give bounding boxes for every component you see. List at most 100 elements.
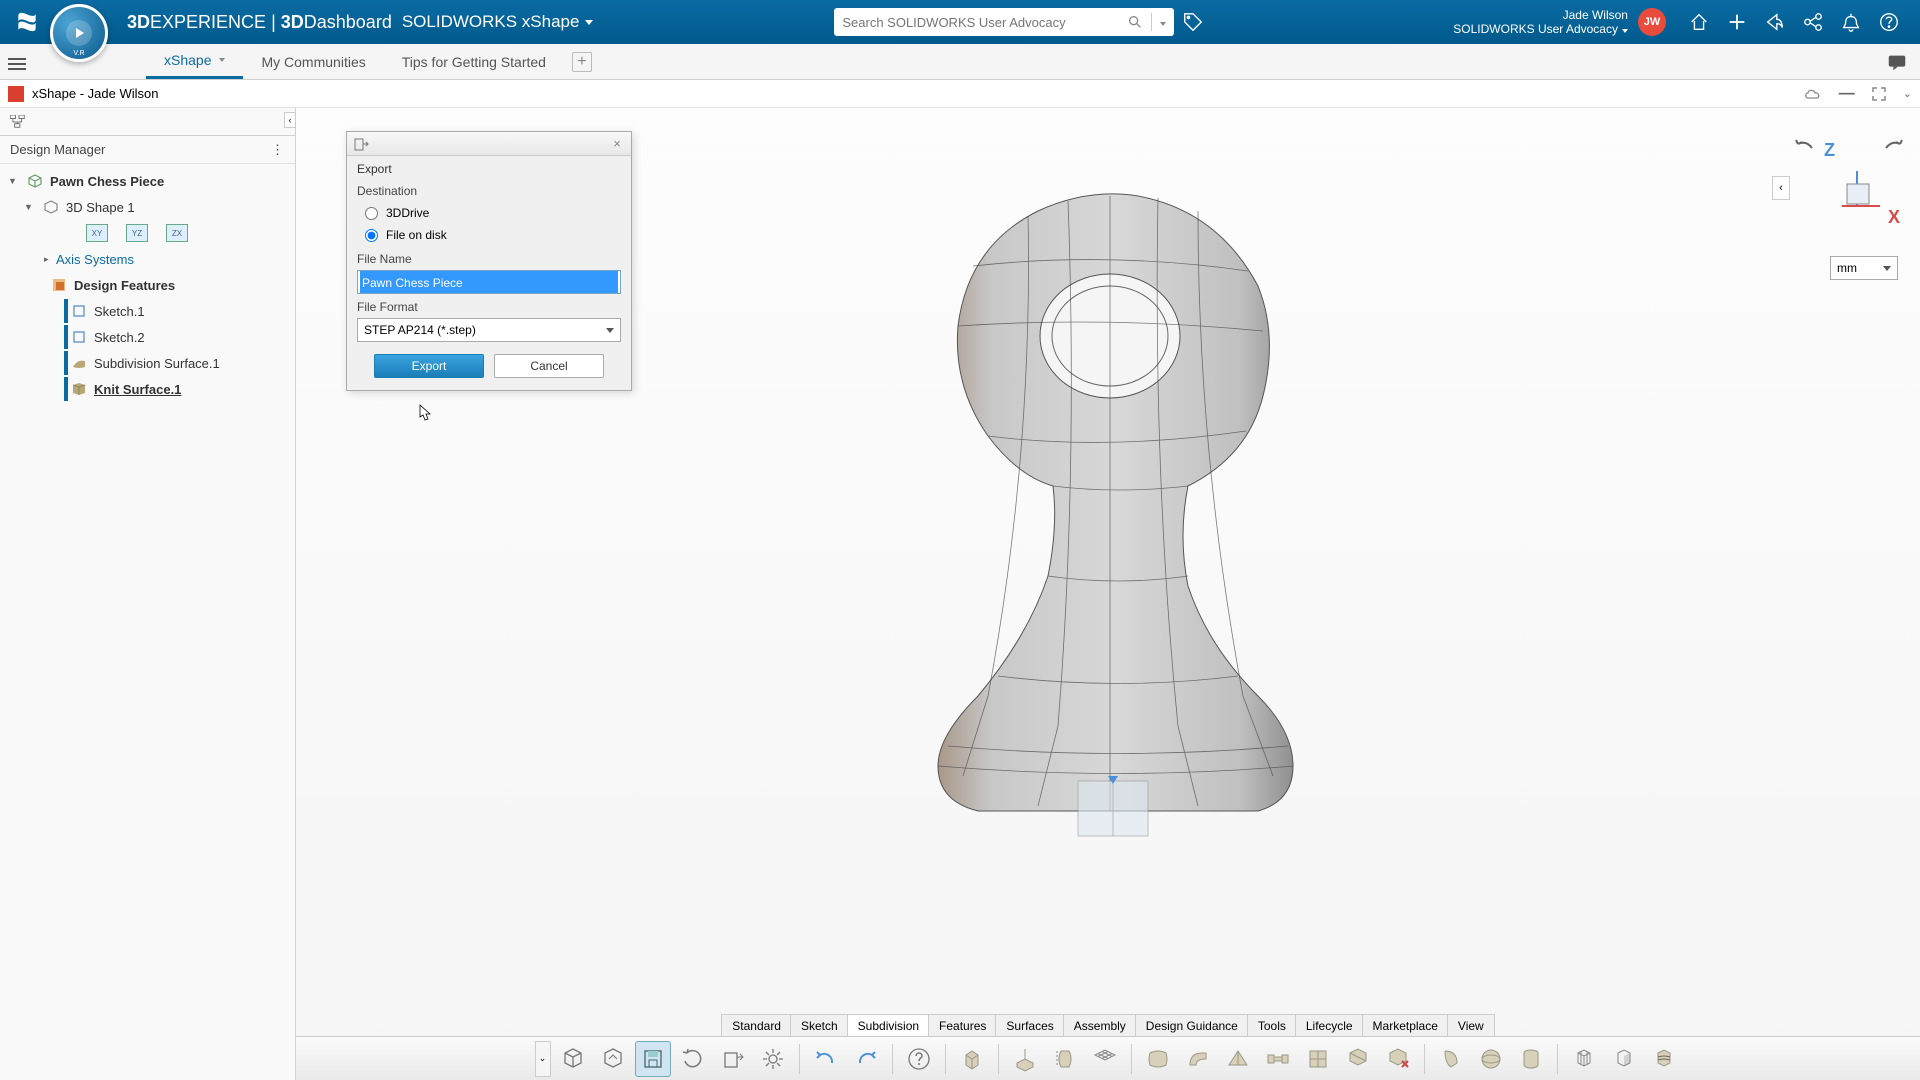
plane-yz[interactable]: YZ (126, 224, 148, 242)
tool-open[interactable] (595, 1041, 631, 1077)
tool-merge[interactable] (1340, 1041, 1376, 1077)
tree-design-features[interactable]: Design Features (0, 272, 295, 298)
tab-xshape[interactable]: xShape (146, 44, 243, 79)
tool-crease[interactable] (1220, 1041, 1256, 1077)
tool-face[interactable] (1140, 1041, 1176, 1077)
tree-feature-knit[interactable]: Knit Surface.1 (0, 376, 295, 402)
tool-tab-guidance[interactable]: Design Guidance (1135, 1014, 1249, 1036)
format-dropdown[interactable]: STEP AP214 (*.step) (357, 318, 621, 342)
radio-file-on-disk[interactable]: File on disk (357, 224, 621, 246)
tool-knife[interactable] (1433, 1041, 1469, 1077)
tool-grid[interactable] (1087, 1041, 1123, 1077)
tool-tab-marketplace[interactable]: Marketplace (1362, 1014, 1449, 1036)
tool-subdivide[interactable] (1300, 1041, 1336, 1077)
tree-shape[interactable]: ▼ 3D Shape 1 (0, 194, 295, 220)
compass-button[interactable]: V.R (50, 4, 108, 62)
tool-new[interactable] (555, 1041, 591, 1077)
search-box[interactable] (834, 8, 1174, 36)
radio-input[interactable] (365, 207, 378, 220)
cancel-button[interactable]: Cancel (494, 354, 604, 378)
tool-isoline[interactable] (1646, 1041, 1682, 1077)
plane-zx[interactable]: ZX (166, 224, 188, 242)
dialog-titlebar[interactable]: × (347, 132, 631, 156)
tree-feature-subdiv[interactable]: Subdivision Surface.1 (0, 350, 295, 376)
home-icon[interactable] (1688, 11, 1710, 33)
tool-reload[interactable] (675, 1041, 711, 1077)
minimize-button[interactable]: — (1839, 85, 1855, 103)
collaborate-icon[interactable] (1802, 11, 1824, 33)
radio-3ddrive[interactable]: 3DDrive (357, 202, 621, 224)
tool-bridge[interactable] (1260, 1041, 1296, 1077)
rotate-left-icon[interactable] (1792, 136, 1816, 156)
tool-delete[interactable] (1380, 1041, 1416, 1077)
toggle-icon[interactable]: ▼ (24, 202, 36, 212)
rotate-right-icon[interactable] (1882, 136, 1906, 156)
ds-logo[interactable] (12, 7, 42, 37)
filename-input[interactable]: Pawn Chess Piece (357, 270, 621, 294)
tool-export[interactable] (715, 1041, 751, 1077)
tool-box-primitive[interactable] (954, 1041, 990, 1077)
toggle-icon[interactable]: ▼ (8, 176, 20, 186)
close-button[interactable]: × (609, 136, 625, 152)
tree-shape-label: 3D Shape 1 (66, 200, 135, 215)
app-selector[interactable]: SOLIDWORKS xShape (402, 12, 594, 32)
avatar[interactable]: JW (1638, 8, 1666, 36)
units-dropdown[interactable]: mm (1830, 256, 1898, 280)
tool-tab-surfaces[interactable]: Surfaces (995, 1014, 1064, 1036)
search-input[interactable] (842, 15, 1123, 30)
tool-save[interactable] (635, 1041, 671, 1077)
chat-icon[interactable] (1886, 51, 1908, 73)
search-icon[interactable] (1127, 14, 1143, 30)
tool-tab-sketch[interactable]: Sketch (790, 1014, 849, 1036)
view-cube[interactable]: ‹ Z X (1780, 128, 1900, 228)
tree-root[interactable]: ▼ Pawn Chess Piece (0, 168, 295, 194)
tool-tab-view[interactable]: View (1447, 1014, 1495, 1036)
tool-tab-features[interactable]: Features (928, 1014, 997, 1036)
tool-help[interactable] (901, 1041, 937, 1077)
expand-dropdown[interactable]: ⌄ (1903, 87, 1912, 100)
search-scope-dropdown[interactable] (1151, 13, 1166, 31)
tool-bend[interactable] (1180, 1041, 1216, 1077)
tab-tips[interactable]: Tips for Getting Started (384, 44, 564, 79)
tag-icon[interactable] (1182, 11, 1204, 33)
share-icon[interactable] (1764, 11, 1786, 33)
tree-feature-sketch1[interactable]: Sketch.1 (0, 298, 295, 324)
tool-tab-standard[interactable]: Standard (721, 1014, 792, 1036)
fullscreen-icon[interactable] (1871, 86, 1887, 102)
panel-collapse-button[interactable]: ‹ (284, 112, 296, 128)
tool-tab-lifecycle[interactable]: Lifecycle (1295, 1014, 1364, 1036)
export-button[interactable]: Export (374, 354, 484, 378)
notifications-icon[interactable] (1840, 11, 1862, 33)
tool-tab-assembly[interactable]: Assembly (1063, 1014, 1137, 1036)
tool-cylinder[interactable] (1513, 1041, 1549, 1077)
tool-shaded[interactable] (1606, 1041, 1642, 1077)
tree-feature-sketch2[interactable]: Sketch.2 (0, 324, 295, 350)
tool-undo[interactable] (808, 1041, 844, 1077)
tool-revolve[interactable] (1047, 1041, 1083, 1077)
filename-value: Pawn Chess Piece (360, 271, 618, 293)
cube-face[interactable] (1832, 166, 1882, 216)
tool-extrude[interactable] (1007, 1041, 1043, 1077)
plane-xy[interactable]: XY (86, 224, 108, 242)
help-icon[interactable] (1878, 11, 1900, 33)
tab-communities[interactable]: My Communities (243, 44, 383, 79)
toggle-icon[interactable]: ▸ (44, 254, 56, 265)
hamburger-icon[interactable] (8, 55, 26, 69)
tree-axis-systems[interactable]: ▸ Axis Systems (0, 246, 295, 272)
add-tab-button[interactable]: + (572, 52, 592, 72)
cloud-icon[interactable] (1803, 86, 1823, 102)
tool-sphere[interactable] (1473, 1041, 1509, 1077)
tree-icon[interactable] (10, 115, 28, 129)
3d-model[interactable] (878, 176, 1338, 856)
nav-expand-button[interactable]: ‹ (1772, 176, 1790, 200)
user-info[interactable]: Jade Wilson SOLIDWORKS User Advocacy (1453, 8, 1628, 37)
tool-tab-tools[interactable]: Tools (1247, 1014, 1297, 1036)
tool-overflow[interactable]: ⌄ (535, 1041, 551, 1077)
tool-settings[interactable] (755, 1041, 791, 1077)
tool-tab-subdivision[interactable]: Subdivision (847, 1014, 930, 1036)
tool-redo[interactable] (848, 1041, 884, 1077)
panel-menu-button[interactable]: ⋮ (271, 142, 285, 158)
tool-wireframe[interactable] (1566, 1041, 1602, 1077)
add-icon[interactable] (1726, 11, 1748, 33)
radio-input[interactable] (365, 229, 378, 242)
